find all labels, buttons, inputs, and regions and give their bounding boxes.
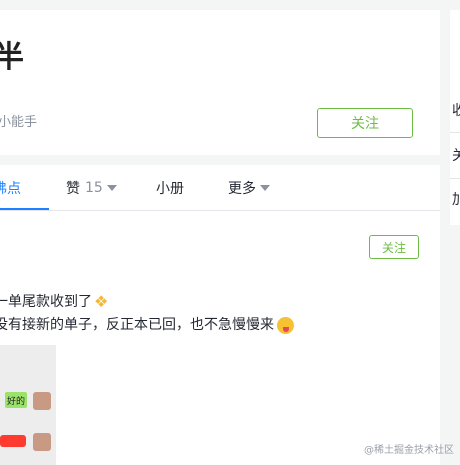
- side-item[interactable]: 关: [452, 145, 460, 165]
- likes-count: 15: [85, 179, 103, 196]
- post-text-line-2: 没有接新的单子，反正本已回，也不急慢慢来: [0, 315, 294, 335]
- wink-emoji-icon: [277, 316, 294, 334]
- tab-likes-label: 赞: [66, 180, 80, 197]
- main-card: 沸点 赞 15 小册 更多 关注 一单尾款收到了 ❖ 没有接新的单子，反正本已回…: [0, 165, 440, 465]
- tab-likes[interactable]: 赞 15: [66, 165, 117, 210]
- tab-more[interactable]: 更多: [228, 165, 270, 210]
- clap-emoji-icon: ❖: [94, 292, 109, 311]
- post-text: 一单尾款收到了: [0, 294, 92, 310]
- profile-role: 小能手: [0, 115, 38, 130]
- side-item[interactable]: 收: [452, 100, 460, 120]
- side-divider: [450, 178, 460, 179]
- chat-bubble: 好的: [5, 392, 27, 408]
- avatar: [33, 392, 51, 410]
- post-text-line-1: 一单尾款收到了 ❖: [0, 292, 108, 312]
- side-divider: [450, 132, 460, 133]
- watermark: @稀土掘金技术社区: [364, 445, 454, 456]
- tab-pins-label: 沸点: [0, 180, 21, 197]
- profile-card: 半 小能手 关注: [0, 10, 440, 155]
- redaction-scribble: [0, 435, 26, 447]
- tab-books[interactable]: 小册: [156, 165, 184, 210]
- profile-name: 半: [0, 40, 24, 75]
- post-image[interactable]: 好的: [0, 345, 56, 465]
- post-follow-button[interactable]: 关注: [369, 235, 419, 259]
- tabs-divider: [0, 210, 440, 211]
- follow-button[interactable]: 关注: [317, 108, 413, 138]
- tab-more-label: 更多: [228, 180, 256, 197]
- avatar: [33, 433, 51, 451]
- post-text: 没有接新的单子，反正本已回，也不急慢慢来: [0, 317, 274, 333]
- tab-pins[interactable]: 沸点: [0, 165, 21, 210]
- chevron-down-icon: [260, 184, 270, 191]
- side-card: 收 关 加: [450, 10, 460, 225]
- side-item[interactable]: 加: [452, 189, 460, 209]
- chevron-down-icon: [106, 184, 117, 191]
- tab-books-label: 小册: [156, 180, 184, 197]
- chat-bubble-text: 好的: [6, 396, 25, 407]
